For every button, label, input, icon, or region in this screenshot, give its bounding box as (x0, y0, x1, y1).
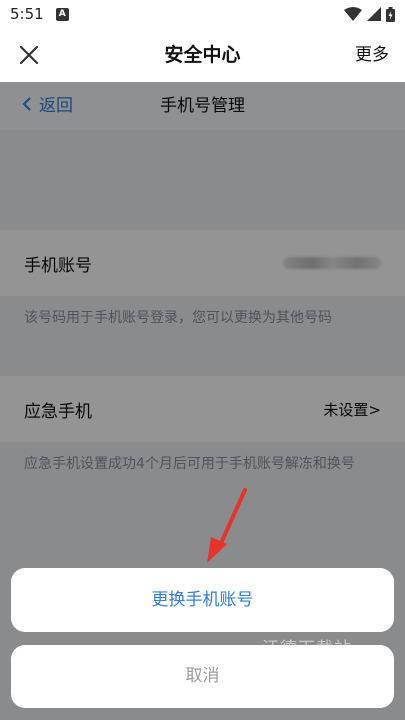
notification-icon: A (55, 7, 69, 21)
status-bar: 5:51 A (0, 0, 405, 28)
battery-icon (386, 6, 395, 22)
status-time: 5:51 (10, 5, 44, 23)
signal-icon (367, 7, 381, 21)
page-title: 安全中心 (164, 44, 241, 66)
status-icons (344, 6, 395, 22)
close-icon (19, 45, 39, 65)
watermark: 汗德下载站 (262, 639, 352, 659)
more-button[interactable]: 更多 (355, 28, 389, 82)
title-bar: 安全中心 更多 (0, 28, 405, 82)
change-phone-account-button[interactable]: 更换手机账号 (11, 568, 394, 632)
wifi-icon (344, 7, 362, 21)
close-button[interactable] (14, 40, 44, 70)
